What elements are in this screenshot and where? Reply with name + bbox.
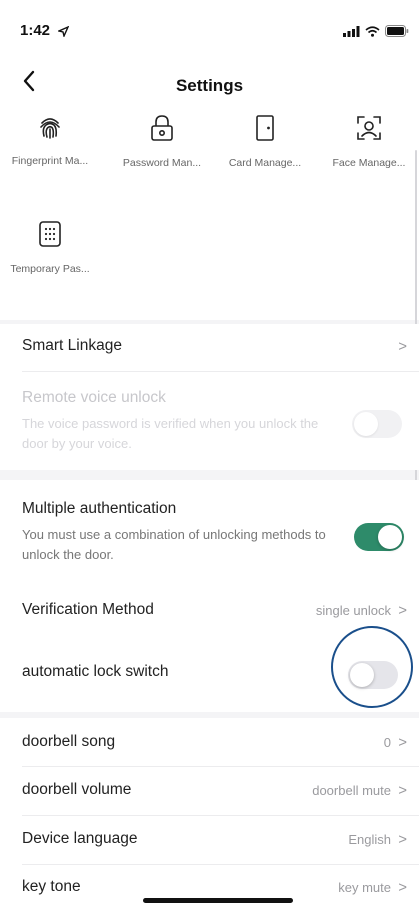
multiple-auth-desc: You must use a combination of unlocking … xyxy=(22,527,326,562)
multiple-auth-row: Multiple authentication You must use a c… xyxy=(0,480,419,582)
tile-label: Temporary Pas... xyxy=(10,263,90,275)
face-scan-icon xyxy=(319,114,419,147)
location-arrow-icon xyxy=(56,24,70,42)
doorbell-song-value: 0 xyxy=(383,735,391,750)
lock-feature-panel: Fingerprint Ma... Password Man... Card M… xyxy=(0,112,419,320)
doorbell-volume-value: doorbell mute xyxy=(312,783,391,798)
device-language-title: Device language xyxy=(22,830,138,847)
chevron-right-icon: > xyxy=(398,734,407,751)
key-tone-row[interactable]: key tone key mute > xyxy=(0,865,419,910)
device-language-row[interactable]: Device language English > xyxy=(0,816,419,864)
tile-label: Password Man... xyxy=(122,157,202,169)
keypad-icon xyxy=(0,220,100,253)
auto-lock-title: automatic lock switch xyxy=(22,663,169,680)
verification-method-title: Verification Method xyxy=(22,601,154,618)
remote-voice-row: Remote voice unlock The voice password i… xyxy=(0,372,419,468)
tile-face[interactable]: Face Manage... xyxy=(319,114,419,169)
phone-screen: 1:42 Settings Fingerprint Ma... Password… xyxy=(0,0,419,910)
section-linkage: Smart Linkage > Remote voice unlock The … xyxy=(0,324,419,470)
remote-voice-desc: The voice password is verified when you … xyxy=(22,416,319,451)
status-bar: 1:42 xyxy=(0,0,419,54)
key-tone-value: key mute xyxy=(338,880,391,895)
fingerprint-icon xyxy=(0,114,100,145)
signal-icon xyxy=(343,24,360,42)
tile-label: Fingerprint Ma... xyxy=(11,155,89,167)
padlock-icon xyxy=(112,114,212,147)
chevron-right-icon: > xyxy=(398,879,407,896)
smart-linkage-row[interactable]: Smart Linkage > xyxy=(0,324,419,370)
status-time: 1:42 xyxy=(20,22,51,39)
tile-password[interactable]: Password Man... xyxy=(112,114,212,169)
chevron-right-icon: > xyxy=(398,602,407,619)
doorbell-volume-title: doorbell volume xyxy=(22,781,132,798)
toggle-knob xyxy=(354,412,378,436)
battery-icon xyxy=(385,24,409,42)
tile-card[interactable]: Card Manage... xyxy=(215,114,315,169)
multiple-auth-title: Multiple authentication xyxy=(22,500,177,517)
tile-label: Card Manage... xyxy=(228,157,302,169)
section-device: doorbell song 0 > doorbell volume doorbe… xyxy=(0,718,419,910)
doorbell-song-title: doorbell song xyxy=(22,733,116,750)
remote-voice-title: Remote voice unlock xyxy=(22,389,166,406)
doorbell-song-row[interactable]: doorbell song 0 > xyxy=(0,718,419,766)
tap-highlight-ring xyxy=(331,626,413,708)
header: Settings xyxy=(0,54,419,112)
tile-label: Face Manage... xyxy=(332,157,406,169)
chevron-right-icon: > xyxy=(398,782,407,799)
wifi-icon xyxy=(365,24,380,42)
key-tone-title: key tone xyxy=(22,878,81,895)
doorbell-volume-row[interactable]: doorbell volume doorbell mute > xyxy=(0,767,419,815)
device-language-value: English xyxy=(348,832,391,847)
page-title: Settings xyxy=(175,76,244,95)
multiple-auth-toggle[interactable] xyxy=(354,523,404,551)
door-card-icon xyxy=(215,114,315,147)
verification-method-value: single unlock xyxy=(315,603,391,618)
tile-fingerprint[interactable]: Fingerprint Ma... xyxy=(0,114,100,167)
smart-linkage-title: Smart Linkage xyxy=(22,337,122,354)
tile-temporary-password[interactable]: Temporary Pas... xyxy=(0,220,100,275)
chevron-right-icon: > xyxy=(398,831,407,848)
toggle-knob xyxy=(378,525,402,549)
chevron-right-icon: > xyxy=(398,338,407,355)
remote-voice-toggle[interactable] xyxy=(352,410,402,438)
home-indicator[interactable] xyxy=(143,898,293,903)
